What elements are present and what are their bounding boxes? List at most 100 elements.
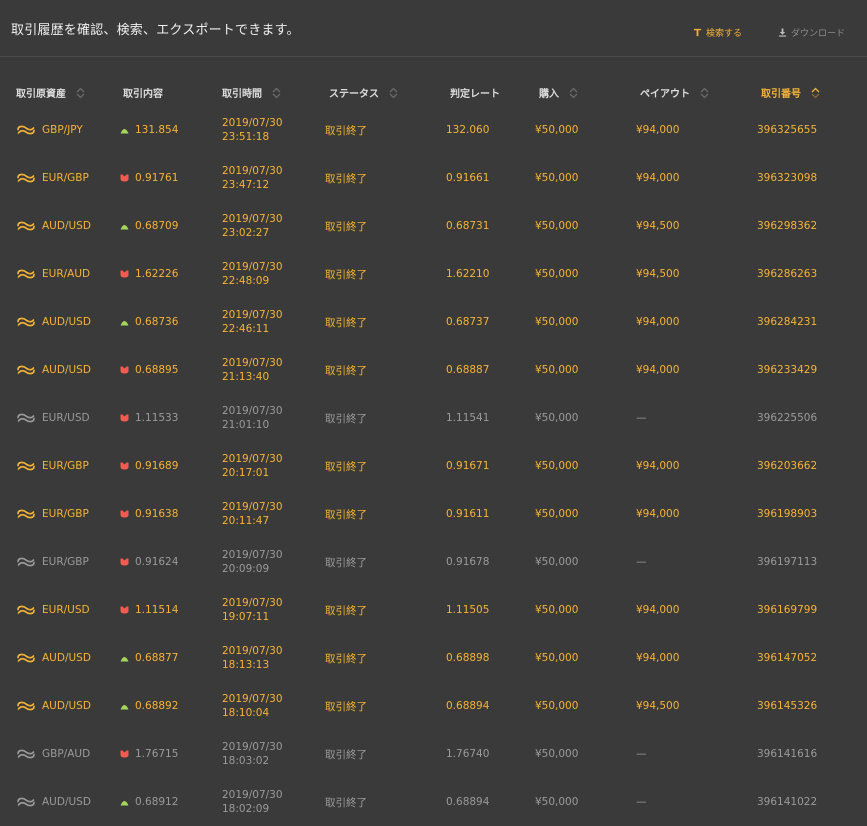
table-row[interactable]: GBP/JPY 131.854 2019/07/30 23:51:18 取引終了 132.… [0,106,867,154]
payout-cell: ¥94,000 [636,364,680,376]
trade-cell: 0.68895 [120,346,178,394]
asset-cell: AUD/USD [16,298,91,346]
column-header-asset[interactable]: 取引原資産 [16,85,85,100]
table-row[interactable]: AUD/USD 0.68912 2019/07/30 18:02:09 取引終了 0.68… [0,778,867,826]
trade-date: 2019/07/30 [222,453,283,465]
trade-time: 20:17:01 [222,467,270,479]
table-row[interactable]: AUD/USD 0.68895 2019/07/30 21:13:40 取引終了 0.68… [0,346,867,394]
currency-pair-icon [16,700,36,712]
purchase-cell: ¥50,000 [535,604,579,616]
sort-icon[interactable] [389,87,398,99]
time-cell: 2019/07/30 20:09:09 [222,538,283,586]
table-row[interactable]: AUD/USD 0.68877 2019/07/30 18:13:13 取引終了 0.68… [0,634,867,682]
trade-cell: 1.62226 [120,250,178,298]
trade-cell: 131.854 [120,106,178,154]
purchase-cell: ¥50,000 [535,412,579,424]
column-label: 取引原資産 [16,89,66,100]
time-cell: 2019/07/30 18:02:09 [222,778,283,826]
table-row[interactable]: EUR/GBP 0.91689 2019/07/30 20:17:01 取引終了 0.91… [0,442,867,490]
judgement-rate-cell: 1.11541 [446,412,490,424]
table-row[interactable]: EUR/USD 1.11514 2019/07/30 19:07:11 取引終了 1.11… [0,586,867,634]
trade-id-cell: 396286263 [757,268,818,280]
table-header: 取引原資産 取引内容 取引時間 ステータス 判定レート 購入 ペイアウト 取引番号 [0,82,867,102]
trade-id-cell: 396323098 [757,172,818,184]
payout-cell: ¥94,000 [636,172,680,184]
column-header-buy[interactable]: 購入 [539,85,578,100]
time-cell: 2019/07/30 20:11:47 [222,490,283,538]
search-label: 検索する [705,29,742,39]
trade-cell: 0.68877 [120,634,178,682]
trade-history-table: GBP/JPY 131.854 2019/07/30 23:51:18 取引終了 132.… [0,106,867,826]
column-label: 取引番号 [761,89,801,100]
currency-pair-icon [16,124,36,136]
high-arrow-icon [120,126,129,134]
column-header-id[interactable]: 取引番号 [761,85,820,100]
purchase-cell: ¥50,000 [535,172,579,184]
status-cell: 取引終了 [325,364,367,377]
status-cell: 取引終了 [325,220,367,233]
table-row[interactable]: GBP/AUD 1.76715 2019/07/30 18:03:02 取引終了 1.76… [0,730,867,778]
download-icon [778,28,787,37]
asset-name: AUD/USD [42,652,91,664]
status-cell: 取引終了 [325,700,367,713]
column-header-time[interactable]: 取引時間 [222,85,281,100]
currency-pair-icon [16,460,36,472]
trade-time: 21:01:10 [222,419,270,431]
download-button[interactable]: ダウンロード [778,26,845,39]
table-row[interactable]: EUR/AUD 1.62226 2019/07/30 22:48:09 取引終了 1.62… [0,250,867,298]
asset-name: EUR/GBP [42,172,89,184]
table-row[interactable]: EUR/GBP 0.91761 2019/07/30 23:47:12 取引終了 0.91… [0,154,867,202]
time-cell: 2019/07/30 18:03:02 [222,730,283,778]
trade-id-cell: 396225506 [757,412,818,424]
trade-id-cell: 396233429 [757,364,818,376]
time-cell: 2019/07/30 22:48:09 [222,250,283,298]
payout-cell: ¥94,000 [636,652,680,664]
column-label: ステータス [329,89,379,100]
sort-icon[interactable] [700,87,709,99]
currency-pair-icon [16,172,36,184]
purchase-cell: ¥50,000 [535,508,579,520]
payout-cell: ¥94,000 [636,508,680,520]
entry-rate: 0.68895 [135,364,179,376]
entry-rate: 0.68709 [135,220,179,232]
sort-icon[interactable] [76,87,85,99]
sort-icon[interactable] [569,87,578,99]
time-cell: 2019/07/30 23:51:18 [222,106,283,154]
time-cell: 2019/07/30 23:02:27 [222,202,283,250]
trade-date: 2019/07/30 [222,789,283,801]
payout-cell: ¥94,000 [636,316,680,328]
high-arrow-icon [120,654,129,662]
asset-cell: GBP/AUD [16,730,90,778]
column-header-payout[interactable]: ペイアウト [640,85,709,100]
table-row[interactable]: AUD/USD 0.68736 2019/07/30 22:46:11 取引終了 0.68… [0,298,867,346]
table-row[interactable]: AUD/USD 0.68892 2019/07/30 18:10:04 取引終了 0.68… [0,682,867,730]
time-cell: 2019/07/30 21:01:10 [222,394,283,442]
trade-time: 18:13:13 [222,659,270,671]
column-label: 取引時間 [222,89,262,100]
judgement-rate-cell: 1.11505 [446,604,490,616]
payout-cell: ¥94,000 [636,124,680,136]
table-row[interactable]: EUR/USD 1.11533 2019/07/30 21:01:10 取引終了 1.11… [0,394,867,442]
asset-cell: EUR/USD [16,394,90,442]
low-arrow-icon [120,750,129,758]
table-row[interactable]: EUR/GBP 0.91638 2019/07/30 20:11:47 取引終了 0.91… [0,490,867,538]
entry-rate: 131.854 [135,124,179,136]
trade-time: 23:02:27 [222,227,270,239]
table-row[interactable]: AUD/USD 0.68709 2019/07/30 23:02:27 取引終了 0.68… [0,202,867,250]
trade-id-cell: 396198903 [757,508,818,520]
page-header: 取引履歴を確認、検索、エクスポートできます。 検索する ダウンロード [0,0,867,57]
currency-pair-icon [16,220,36,232]
search-button[interactable]: 検索する [693,26,742,39]
trade-date: 2019/07/30 [222,597,283,609]
column-header-status[interactable]: ステータス [329,85,398,100]
sort-icon[interactable] [811,87,820,99]
payout-cell: ¥94,500 [636,268,680,280]
table-row[interactable]: EUR/GBP 0.91624 2019/07/30 20:09:09 取引終了 0.91… [0,538,867,586]
trade-time: 23:51:18 [222,131,270,143]
status-cell: 取引終了 [325,412,367,425]
sort-icon[interactable] [272,87,281,99]
judgement-rate-cell: 0.68894 [446,700,490,712]
judgement-rate-cell: 0.68894 [446,796,490,808]
judgement-rate-cell: 0.68887 [446,364,490,376]
trade-date: 2019/07/30 [222,645,283,657]
